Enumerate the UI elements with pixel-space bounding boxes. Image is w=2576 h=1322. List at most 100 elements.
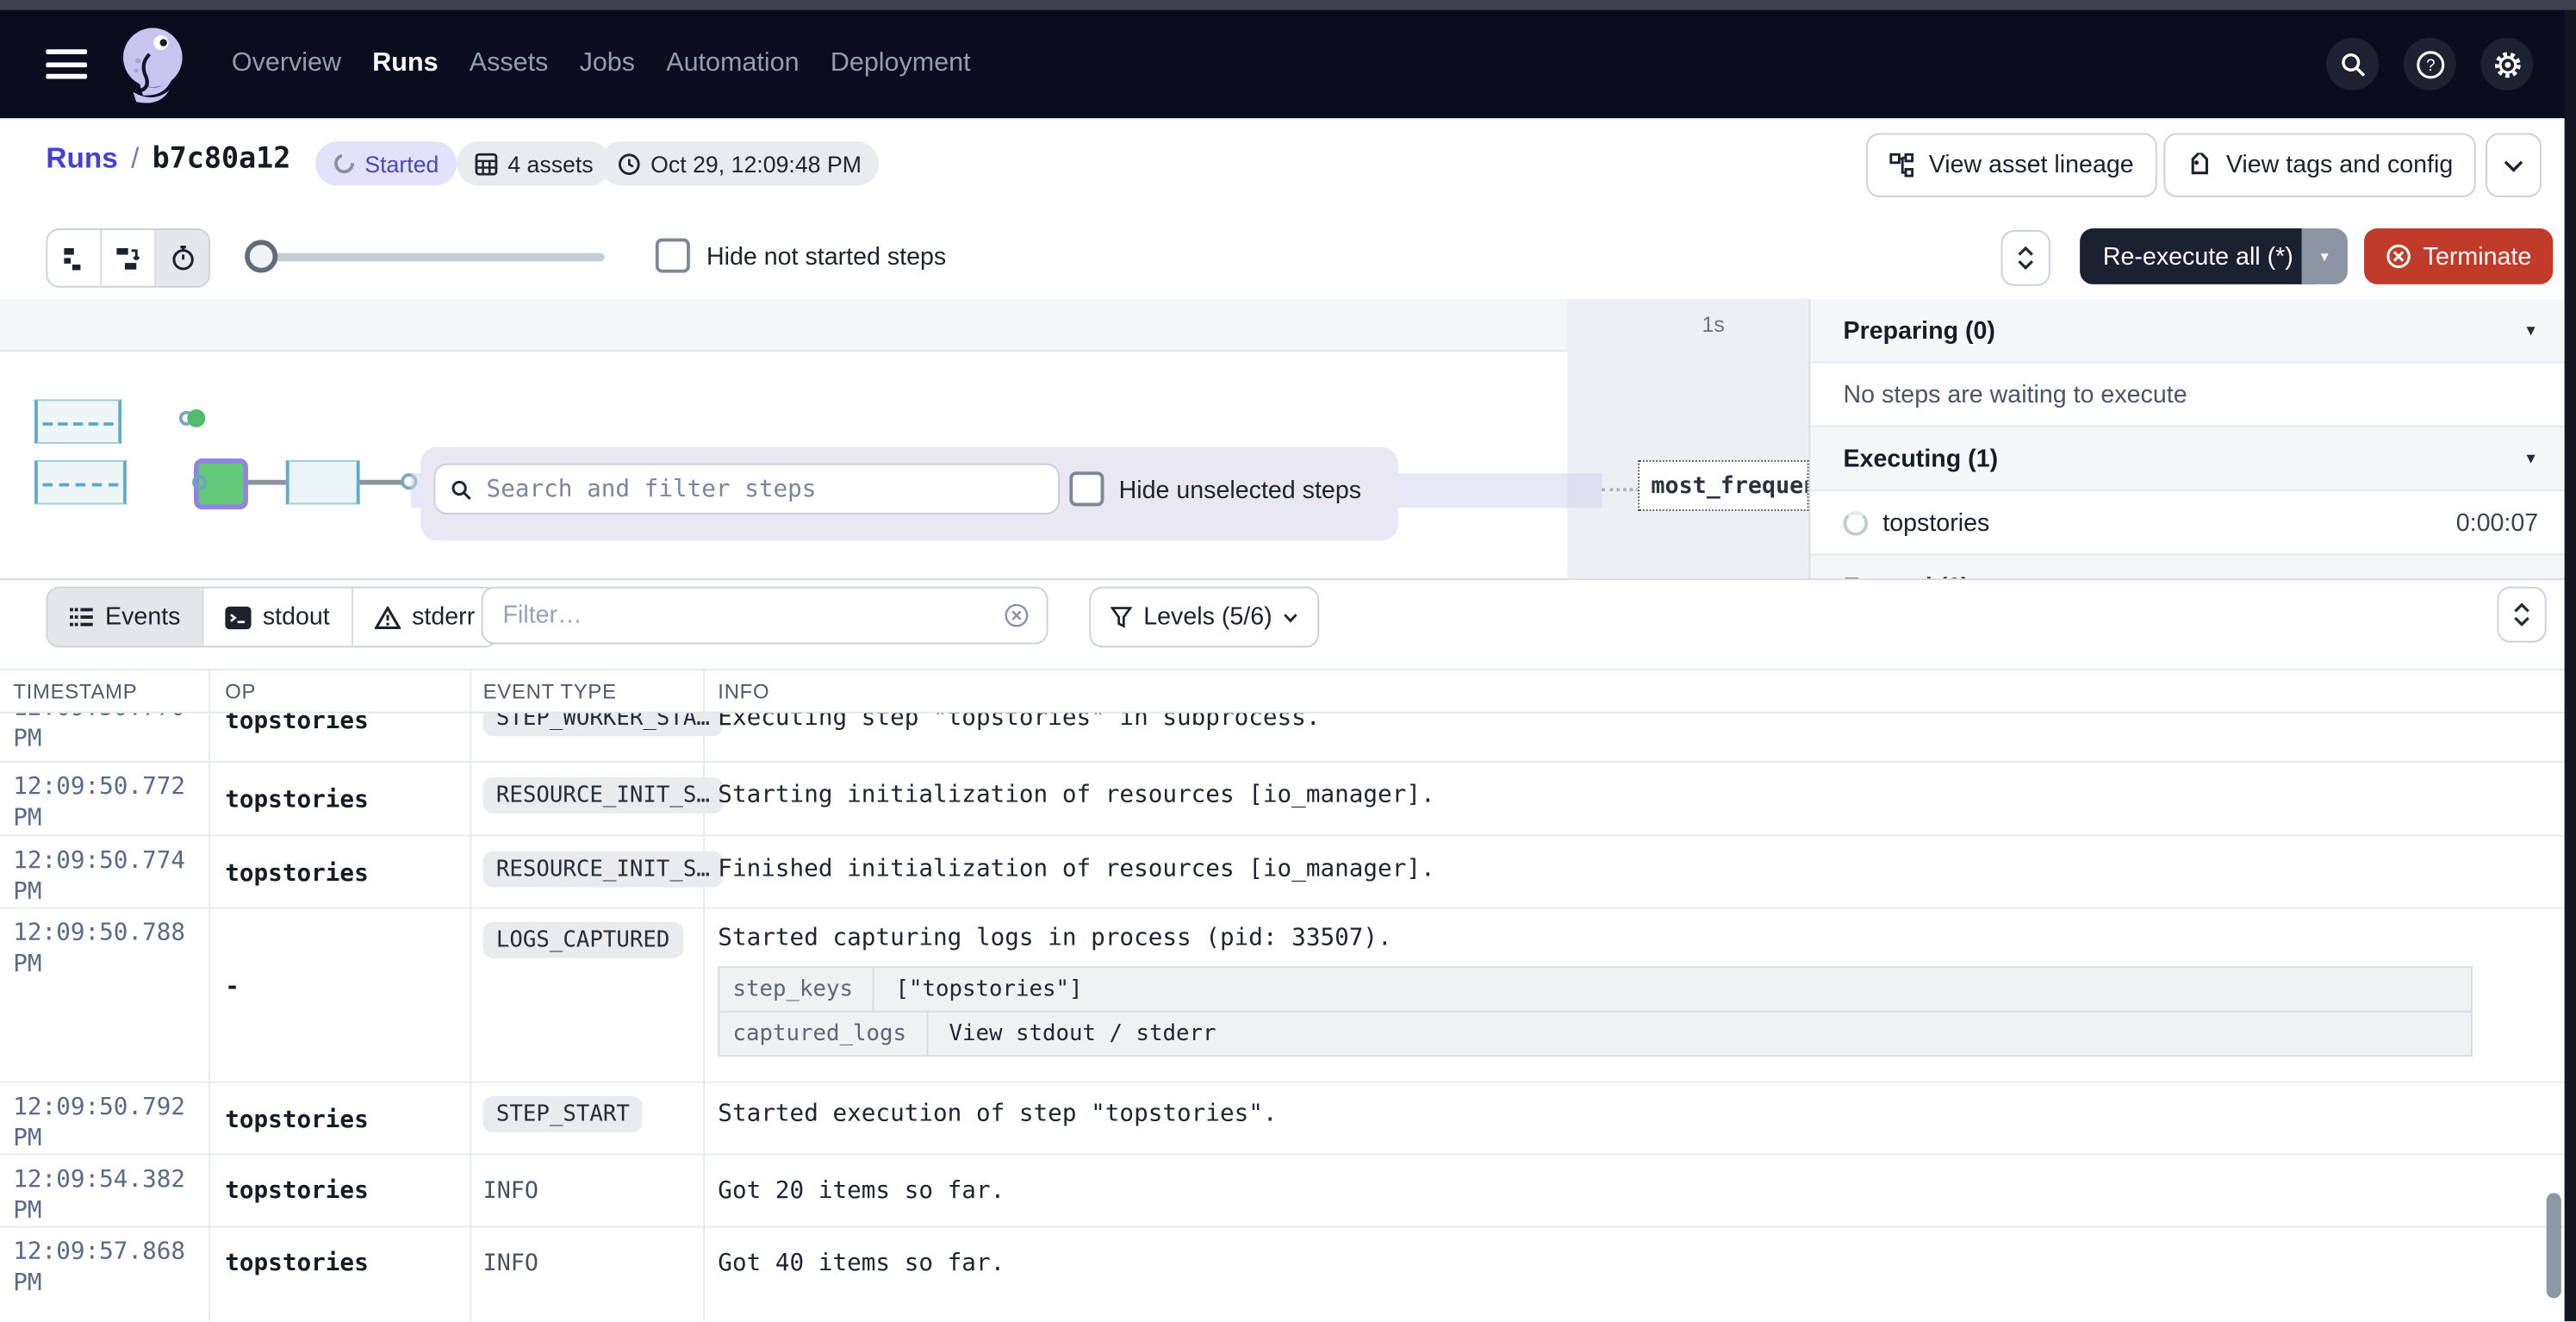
hide-not-started-checkbox[interactable] bbox=[656, 238, 690, 272]
view-tags-config-button[interactable]: View tags and config bbox=[2163, 133, 2476, 196]
nav-item-jobs[interactable]: Jobs bbox=[580, 49, 635, 78]
log-row[interactable]: 12:09:50.772PM topstories RESOURCE_INIT_… bbox=[0, 763, 2565, 837]
log-row[interactable]: 12:09:57.868PM topstories INFO Got 40 it… bbox=[0, 1227, 2565, 1321]
spinner-icon bbox=[333, 153, 355, 174]
nav-item-overview[interactable]: Overview bbox=[232, 49, 341, 78]
nav-item-deployment[interactable]: Deployment bbox=[831, 49, 971, 78]
col-info: INFO bbox=[718, 680, 769, 703]
gantt-dotted-connector bbox=[1602, 488, 1640, 491]
log-row[interactable]: 12:09:50.792PM topstories STEP_START Sta… bbox=[0, 1083, 2565, 1156]
gantt-step-marker-icon bbox=[192, 475, 207, 490]
dagster-logo-icon[interactable] bbox=[116, 22, 192, 107]
hide-unselected-label: Hide unselected steps bbox=[1119, 477, 1361, 504]
metadata-row: step_keys ["topstories"] bbox=[719, 968, 2471, 1012]
assets-count-badge[interactable]: 4 assets bbox=[457, 141, 612, 185]
clock-icon bbox=[618, 152, 641, 175]
step-status-panel: Preparing (0) ▼ No steps are waiting to … bbox=[1808, 299, 2564, 578]
event-type-badge: STEP_WORKER_STA… bbox=[483, 714, 723, 737]
log-scrollbar-thumb[interactable] bbox=[2547, 1193, 2561, 1298]
gantt-zoom-slider[interactable] bbox=[246, 253, 605, 262]
expand-gantt-button[interactable] bbox=[2001, 230, 2050, 286]
warning-icon bbox=[374, 606, 401, 629]
hamburger-menu-icon[interactable] bbox=[46, 42, 87, 86]
terminate-icon bbox=[2386, 243, 2412, 270]
chevron-down-icon bbox=[1284, 612, 1298, 621]
tab-events[interactable]: Events bbox=[47, 589, 203, 646]
levels-dropdown[interactable]: Levels (5/6) bbox=[1089, 587, 1320, 648]
tab-stdout[interactable]: stdout bbox=[203, 589, 352, 646]
timeline-tick-label: 1s bbox=[1702, 312, 1725, 337]
panel-empty-message: No steps are waiting to execute bbox=[1810, 363, 2564, 427]
panel-section-preparing[interactable]: Preparing (0) ▼ bbox=[1810, 299, 2564, 363]
log-row[interactable]: 12:09:50.770PM topstories STEP_WORKER_ST… bbox=[0, 714, 2565, 763]
gantt-step-not-started[interactable] bbox=[34, 399, 121, 443]
gantt-step-most-frequent[interactable]: most_frequent_ bbox=[1638, 460, 1808, 511]
nav-item-automation[interactable]: Automation bbox=[666, 49, 799, 78]
event-type-badge: RESOURCE_INIT_S… bbox=[483, 851, 723, 888]
events-list-icon bbox=[69, 607, 94, 628]
tab-stderr[interactable]: stderr bbox=[352, 589, 496, 646]
status-badge: Started bbox=[315, 141, 457, 185]
nav-item-assets[interactable]: Assets bbox=[470, 49, 549, 78]
chevron-down-icon bbox=[2018, 259, 2034, 269]
app-window: Overview Runs Assets Jobs Automation Dep… bbox=[0, 0, 2576, 1321]
breadcrumb: Runs / b7c80a12 bbox=[46, 141, 290, 176]
log-row[interactable]: 12:09:50.774PM topstories RESOURCE_INIT_… bbox=[0, 837, 2565, 909]
chevron-down-icon bbox=[2514, 616, 2530, 626]
help-icon[interactable]: ? bbox=[2404, 38, 2456, 90]
gantt-step-pending[interactable] bbox=[286, 460, 360, 504]
settings-gear-icon[interactable] bbox=[2480, 38, 2533, 90]
gantt-view-mode-toggle bbox=[46, 228, 210, 288]
step-search-box bbox=[433, 464, 1060, 514]
view-asset-lineage-button[interactable]: View asset lineage bbox=[1866, 133, 2156, 196]
gantt-chart: 1s Hide unselected steps most_frequent_ bbox=[0, 299, 1808, 578]
col-op: OP bbox=[225, 680, 256, 703]
gantt-step-not-started[interactable] bbox=[34, 460, 127, 504]
chevron-up-icon bbox=[2514, 603, 2530, 613]
window-top-strip bbox=[0, 0, 2576, 9]
timing-view-button[interactable] bbox=[156, 230, 208, 286]
elapsed-time: 0:00:07 bbox=[2456, 508, 2538, 536]
clear-filter-icon[interactable] bbox=[1005, 602, 1030, 629]
search-icon bbox=[450, 477, 471, 501]
executing-step-row[interactable]: topstories 0:00:07 bbox=[1810, 491, 2564, 555]
terminate-button[interactable]: Terminate bbox=[2364, 228, 2553, 284]
gantt-step-succeeded-dot[interactable] bbox=[187, 409, 205, 427]
search-icon[interactable] bbox=[2326, 38, 2379, 90]
log-row[interactable]: 12:09:54.382PM topstories INFO Got 20 it… bbox=[0, 1156, 2565, 1228]
log-filter-input[interactable] bbox=[500, 600, 992, 631]
funnel-icon bbox=[1111, 607, 1132, 628]
pane-divider bbox=[0, 578, 2576, 580]
view-stdout-stderr-link[interactable]: View stdout / stderr bbox=[928, 1020, 1216, 1047]
breadcrumb-runs-link[interactable]: Runs bbox=[46, 141, 117, 176]
flat-view-button[interactable] bbox=[47, 230, 102, 286]
window-scrollbar[interactable] bbox=[2565, 9, 2576, 1321]
expand-logs-button[interactable] bbox=[2497, 587, 2546, 643]
waterfall-view-button[interactable] bbox=[102, 230, 156, 286]
log-table-body[interactable]: 12:09:50.770PM topstories STEP_WORKER_ST… bbox=[0, 714, 2565, 1322]
tag-icon bbox=[2187, 152, 2213, 178]
log-row[interactable]: 12:09:50.788PM - LOGS_CAPTURED Started c… bbox=[0, 909, 2565, 1083]
hide-unselected-checkbox[interactable] bbox=[1069, 471, 1104, 506]
log-table-header: TIMESTAMP OP EVENT TYPE INFO bbox=[0, 669, 2576, 713]
nav-item-runs[interactable]: Runs bbox=[372, 49, 438, 78]
panel-section-executing[interactable]: Executing (1) ▼ bbox=[1810, 427, 2564, 491]
gantt-future-region bbox=[1567, 299, 1808, 578]
gantt-zoom-slider-thumb[interactable] bbox=[245, 240, 277, 272]
asset-grid-icon bbox=[475, 152, 498, 175]
reexecute-dropdown-button[interactable]: ▼ bbox=[2302, 228, 2348, 284]
log-filter-box bbox=[482, 587, 1048, 645]
chevron-up-icon bbox=[2018, 246, 2034, 256]
svg-text:?: ? bbox=[2425, 56, 2435, 74]
caret-down-icon: ▼ bbox=[2523, 450, 2538, 466]
run-id: b7c80a12 bbox=[152, 142, 291, 175]
start-time-badge: Oct 29, 12:09:48 PM bbox=[600, 141, 880, 185]
nav-links: Overview Runs Assets Jobs Automation Dep… bbox=[232, 49, 971, 78]
header-more-button[interactable] bbox=[2486, 133, 2542, 196]
reexecute-all-button[interactable]: Re-execute all (*) bbox=[2080, 228, 2316, 284]
col-event-type: EVENT TYPE bbox=[483, 680, 617, 703]
panel-section-errored[interactable]: Errored (0) ▼ bbox=[1810, 556, 2564, 579]
log-view-tabs: Events stdout stderr bbox=[46, 587, 498, 648]
chevron-down-icon bbox=[2504, 159, 2523, 171]
step-search-input[interactable] bbox=[483, 474, 1043, 503]
